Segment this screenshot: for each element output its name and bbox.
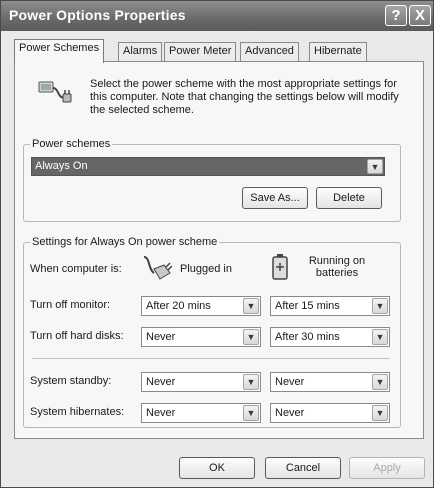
settings-legend: Settings for Always On power scheme — [30, 236, 220, 248]
help-button[interactable]: ? — [385, 5, 407, 26]
settings-divider — [32, 358, 390, 359]
standby-plugged-dropdown[interactable]: Never ▼ — [141, 372, 261, 392]
hibernates-battery-dropdown[interactable]: Never ▼ — [270, 403, 390, 423]
system-standby-label: System standby: — [30, 375, 112, 387]
chevron-down-icon[interactable]: ▼ — [243, 405, 259, 421]
standby-battery-value: Never — [275, 376, 305, 388]
delete-button[interactable]: Delete — [316, 187, 382, 209]
ok-button[interactable]: OK — [179, 457, 255, 479]
tab-advanced[interactable]: Advanced — [240, 42, 299, 62]
plug-icon — [143, 256, 172, 280]
hibernates-plugged-dropdown[interactable]: Never ▼ — [141, 403, 261, 423]
standby-battery-dropdown[interactable]: Never ▼ — [270, 372, 390, 392]
system-hibernates-label: System hibernates: — [30, 406, 125, 418]
power-options-window: Power Options Properties ? X Power Schem… — [0, 0, 434, 488]
chevron-down-icon[interactable]: ▼ — [243, 329, 259, 345]
cancel-button[interactable]: Cancel — [265, 457, 341, 479]
hard-disks-battery-dropdown[interactable]: After 30 mins ▼ — [270, 327, 390, 347]
window-title: Power Options Properties — [9, 7, 186, 23]
chevron-down-icon[interactable]: ▼ — [372, 374, 388, 390]
monitor-battery-dropdown[interactable]: After 15 mins ▼ — [270, 296, 390, 316]
power-scheme-value: Always On — [35, 160, 88, 172]
tab-alarms[interactable]: Alarms — [118, 42, 163, 62]
hard-disks-battery-value: After 30 mins — [275, 331, 340, 343]
close-button[interactable]: X — [409, 5, 431, 26]
chevron-down-icon[interactable]: ▼ — [372, 329, 388, 345]
monitor-battery-value: After 15 mins — [275, 300, 340, 312]
turn-off-monitor-label: Turn off monitor: — [30, 299, 111, 311]
chevron-down-icon[interactable]: ▼ — [367, 159, 383, 174]
hibernates-battery-value: Never — [275, 407, 305, 419]
power-scheme-icon — [38, 81, 72, 103]
chevron-down-icon[interactable]: ▼ — [243, 298, 259, 314]
running-on-batteries-label: Running on batteries — [308, 255, 366, 279]
tab-power-meter[interactable]: Power Meter — [164, 42, 237, 62]
power-schemes-group: Power schemes Always On ▼ Save As... Del… — [23, 138, 401, 222]
battery-icon — [272, 254, 288, 280]
power-schemes-panel: Select the power scheme with the most ap… — [14, 61, 424, 439]
hibernates-plugged-value: Never — [146, 407, 176, 419]
tab-hibernate[interactable]: Hibernate — [309, 42, 367, 62]
settings-group: Settings for Always On power scheme When… — [23, 236, 401, 428]
intro-description: Select the power scheme with the most ap… — [90, 78, 399, 116]
chevron-down-icon[interactable]: ▼ — [243, 374, 259, 390]
monitor-plugged-value: After 20 mins — [146, 300, 211, 312]
plugged-in-label: Plugged in — [180, 263, 232, 275]
tab-power-schemes[interactable]: Power Schemes — [14, 39, 105, 63]
power-scheme-dropdown[interactable]: Always On ▼ — [31, 157, 385, 176]
chevron-down-icon[interactable]: ▼ — [372, 298, 388, 314]
save-as-button[interactable]: Save As... — [242, 187, 308, 209]
monitor-plugged-dropdown[interactable]: After 20 mins ▼ — [141, 296, 261, 316]
when-computer-is-label: When computer is: — [30, 263, 122, 275]
standby-plugged-value: Never — [146, 376, 176, 388]
chevron-down-icon[interactable]: ▼ — [372, 405, 388, 421]
hard-disks-plugged-dropdown[interactable]: Never ▼ — [141, 327, 261, 347]
turn-off-hard-disks-label: Turn off hard disks: — [30, 330, 124, 342]
apply-button[interactable]: Apply — [349, 457, 425, 479]
hard-disks-plugged-value: Never — [146, 331, 176, 343]
title-bar[interactable]: Power Options Properties ? X — [1, 1, 433, 31]
power-schemes-legend: Power schemes — [30, 138, 113, 150]
